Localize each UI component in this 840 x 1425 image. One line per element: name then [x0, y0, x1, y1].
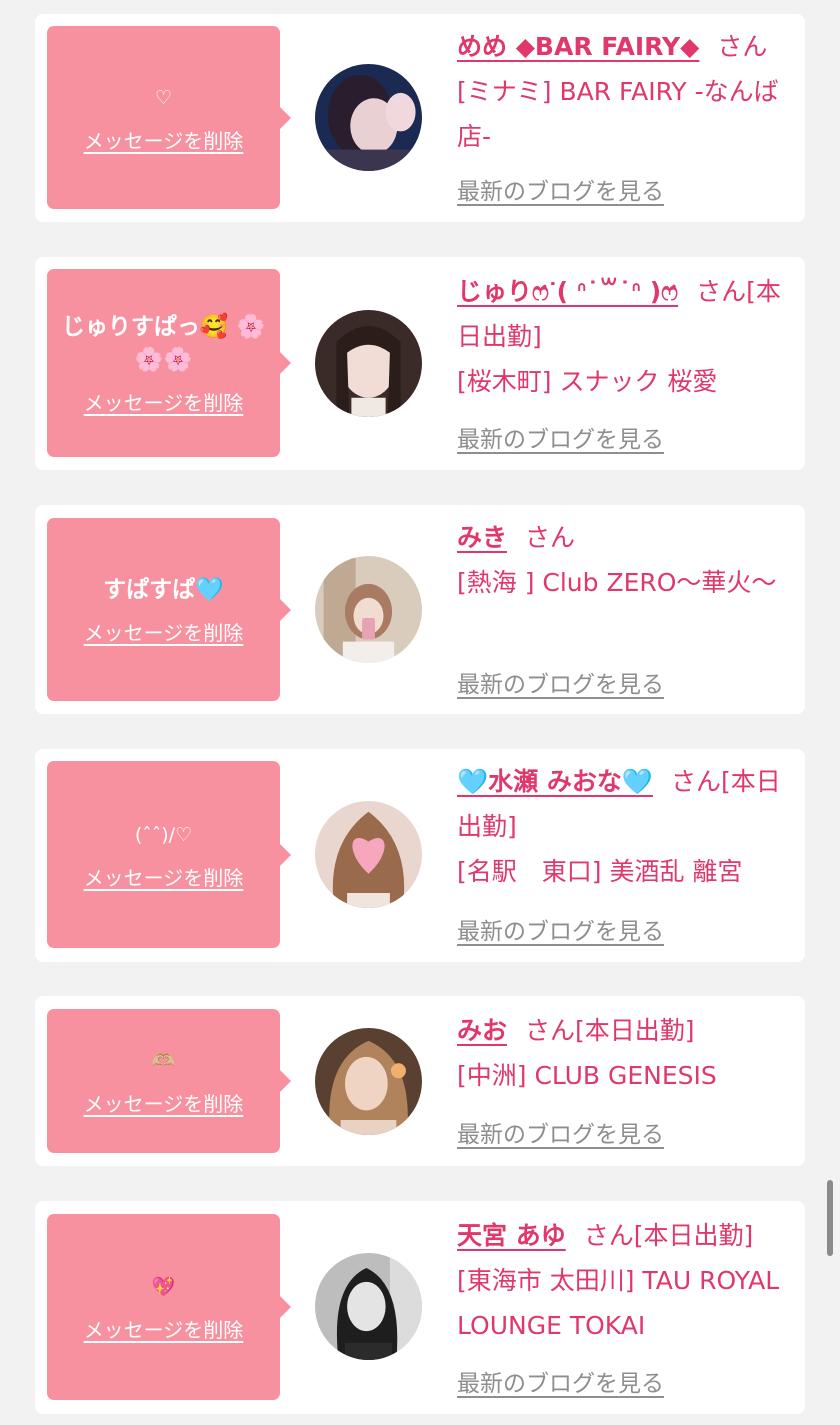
honorific: さん	[717, 32, 768, 61]
avatar[interactable]	[315, 1253, 422, 1360]
shop-name: [名駅 東口] 美酒乱 離宮	[457, 857, 743, 886]
message-bubble: すぱすぱ🩵 メッセージを削除	[47, 518, 291, 701]
cast-name-link[interactable]: じゅりෆ̇ᐝ( ᐢ˙꒳˙ᐢ )ෆ̇	[457, 277, 678, 306]
latest-blog-link[interactable]: 最新のブログを見る	[457, 172, 664, 206]
avatar[interactable]	[315, 801, 422, 908]
shop-name: [東海市 太田川] TAU ROYAL LOUNGE TOKAI	[457, 1266, 780, 1340]
shop-name: [中洲] CLUB GENESIS	[457, 1061, 717, 1090]
profile-photo-icon	[315, 64, 422, 171]
message-bubble: ♡ メッセージを削除	[47, 26, 291, 209]
entry-info: じゅりෆ̇ᐝ( ᐢ˙꒳˙ᐢ )ෆ̇ さん[本日出勤] [桜木町] スナック 桜愛	[457, 269, 795, 404]
cast-name-link[interactable]: めめ ◆BAR FAIRY◆	[457, 32, 699, 61]
shop-name: [熱海 ] Club ZERO〜華火〜	[457, 568, 777, 597]
attendance-status: [本日出勤]	[575, 1016, 695, 1045]
delete-message-link[interactable]: メッセージを削除	[84, 862, 244, 891]
avatar[interactable]	[315, 64, 422, 171]
honorific: さん	[583, 1221, 634, 1250]
entry-info: 天宮 あゆ さん[本日出勤] [東海市 太田川] TAU ROYAL LOUNGE…	[457, 1213, 795, 1348]
entry-info: めめ ◆BAR FAIRY◆ さん [ミナミ] BAR FAIRY -なんば店-	[457, 24, 795, 159]
message-text: 🫶🏼	[151, 1050, 176, 1072]
message-bubble: 🫶🏼 メッセージを削除	[47, 1009, 291, 1153]
message-bubble: じゅりすぱっ🥰 🌸🌸🌸 メッセージを削除	[47, 269, 291, 457]
cast-name-link[interactable]: みお	[457, 1016, 507, 1045]
attendance-status: [本日出勤]	[633, 1221, 754, 1250]
cast-name-link[interactable]: みき	[457, 523, 507, 552]
message-bubble: 💖 メッセージを削除	[47, 1214, 291, 1400]
cast-name-link[interactable]: 天宮 あゆ	[457, 1221, 566, 1250]
latest-blog-link[interactable]: 最新のブログを見る	[457, 1364, 664, 1398]
entry-info: みき さん [熱海 ] Club ZERO〜華火〜	[457, 515, 795, 605]
shop-name: [桜木町] スナック 桜愛	[457, 367, 718, 396]
message-card: すぱすぱ🩵 メッセージを削除 みき さん [熱海 ] Club ZERO〜華火〜 …	[35, 505, 805, 714]
honorific: さん	[525, 523, 576, 552]
delete-message-link[interactable]: メッセージを削除	[84, 1314, 244, 1343]
honorific: さん	[525, 1016, 576, 1045]
avatar[interactable]	[315, 1028, 422, 1135]
profile-photo-icon	[315, 1028, 422, 1135]
entry-info: みお さん[本日出勤] [中洲] CLUB GENESIS	[457, 1008, 795, 1098]
message-text: 💖	[151, 1276, 176, 1298]
message-text: すぱすぱ🩵	[103, 576, 224, 603]
message-card: 💖 メッセージを削除 天宮 あゆ さん[本日出勤] [東海市 太田川] TAU R…	[35, 1201, 805, 1414]
profile-photo-icon	[315, 801, 422, 908]
latest-blog-link[interactable]: 最新のブログを見る	[457, 420, 664, 454]
message-card: ♡ メッセージを削除 めめ ◆BAR FAIRY◆ さん [ミナミ] BAR FA…	[35, 14, 805, 222]
profile-photo-icon	[315, 1253, 422, 1360]
profile-photo-icon	[315, 556, 422, 663]
message-text: (ˆˆ)/♡	[134, 823, 193, 846]
avatar[interactable]	[315, 556, 422, 663]
message-card: じゅりすぱっ🥰 🌸🌸🌸 メッセージを削除 じゅりෆ̇ᐝ( ᐢ˙꒳˙ᐢ )ෆ̇ さん…	[35, 257, 805, 470]
scrollbar[interactable]	[827, 1180, 833, 1256]
cast-name-link[interactable]: 🩵水瀬 みおな🩵	[457, 767, 653, 796]
latest-blog-link[interactable]: 最新のブログを見る	[457, 912, 664, 946]
latest-blog-link[interactable]: 最新のブログを見る	[457, 665, 664, 699]
avatar[interactable]	[315, 310, 422, 417]
message-card: 🫶🏼 メッセージを削除 みお さん[本日出勤] [中洲] CLUB GENESIS…	[35, 996, 805, 1166]
delete-message-link[interactable]: メッセージを削除	[84, 125, 244, 154]
entry-info: 🩵水瀬 みおな🩵 さん[本日出勤] [名駅 東口] 美酒乱 離宮	[457, 759, 795, 894]
delete-message-link[interactable]: メッセージを削除	[84, 1088, 244, 1117]
honorific: さん	[670, 767, 721, 796]
honorific: さん	[696, 277, 747, 306]
shop-name: [ミナミ] BAR FAIRY -なんば店-	[457, 77, 779, 151]
message-text: じゅりすぱっ🥰 🌸🌸🌸	[61, 313, 266, 373]
message-card: (ˆˆ)/♡ メッセージを削除 🩵水瀬 みおな🩵 さん[本日出勤] [名駅 東口]…	[35, 749, 805, 962]
message-bubble: (ˆˆ)/♡ メッセージを削除	[47, 761, 291, 948]
delete-message-link[interactable]: メッセージを削除	[84, 617, 244, 646]
latest-blog-link[interactable]: 最新のブログを見る	[457, 1115, 664, 1149]
message-text: ♡	[154, 86, 173, 109]
delete-message-link[interactable]: メッセージを削除	[84, 387, 244, 416]
profile-photo-icon	[315, 310, 422, 417]
